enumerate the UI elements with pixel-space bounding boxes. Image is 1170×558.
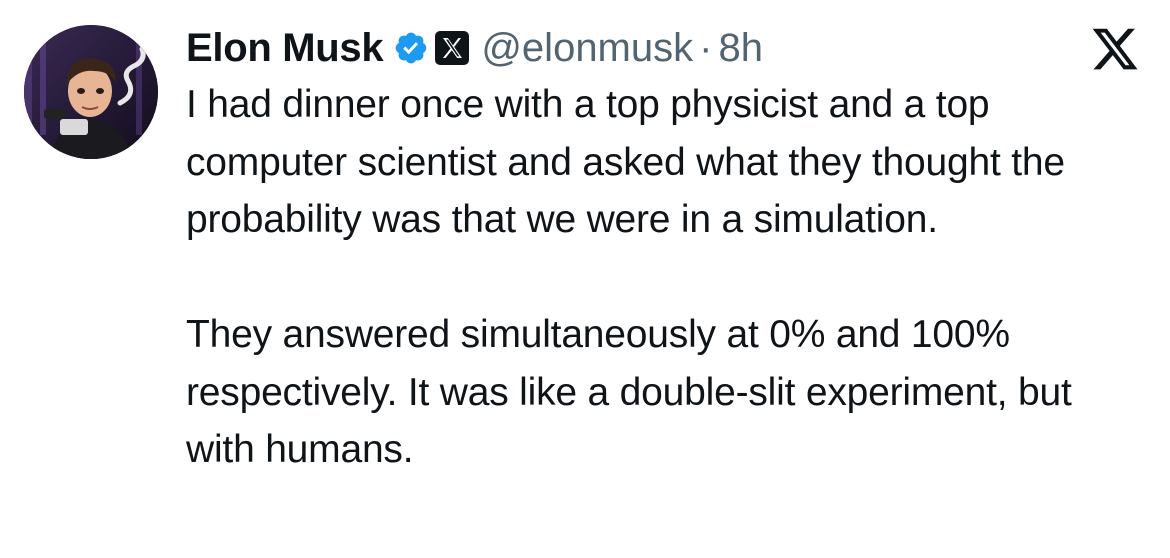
tweet-text: I had dinner once with a top physicist a… <box>186 76 1146 479</box>
tweet-paragraph: I had dinner once with a top physicist a… <box>186 83 1065 241</box>
tweet-paragraph: They answered simultaneously at 0% and 1… <box>186 313 1072 471</box>
avatar[interactable] <box>24 25 158 159</box>
separator-dot: · <box>699 25 713 70</box>
avatar-image <box>24 25 158 159</box>
x-logo-icon <box>1090 24 1140 74</box>
timestamp[interactable]: 8h <box>718 26 763 71</box>
x-affiliate-badge-icon <box>435 31 470 65</box>
author-handle[interactable]: @elonmusk <box>481 26 693 71</box>
verified-badge-icon <box>393 30 429 66</box>
tweet-header: Elon Musk @elonmusk · 8h <box>186 18 763 78</box>
tweet-card[interactable]: Elon Musk @elonmusk · 8h I had dinner on… <box>0 0 1170 558</box>
author-name[interactable]: Elon Musk <box>186 26 384 71</box>
